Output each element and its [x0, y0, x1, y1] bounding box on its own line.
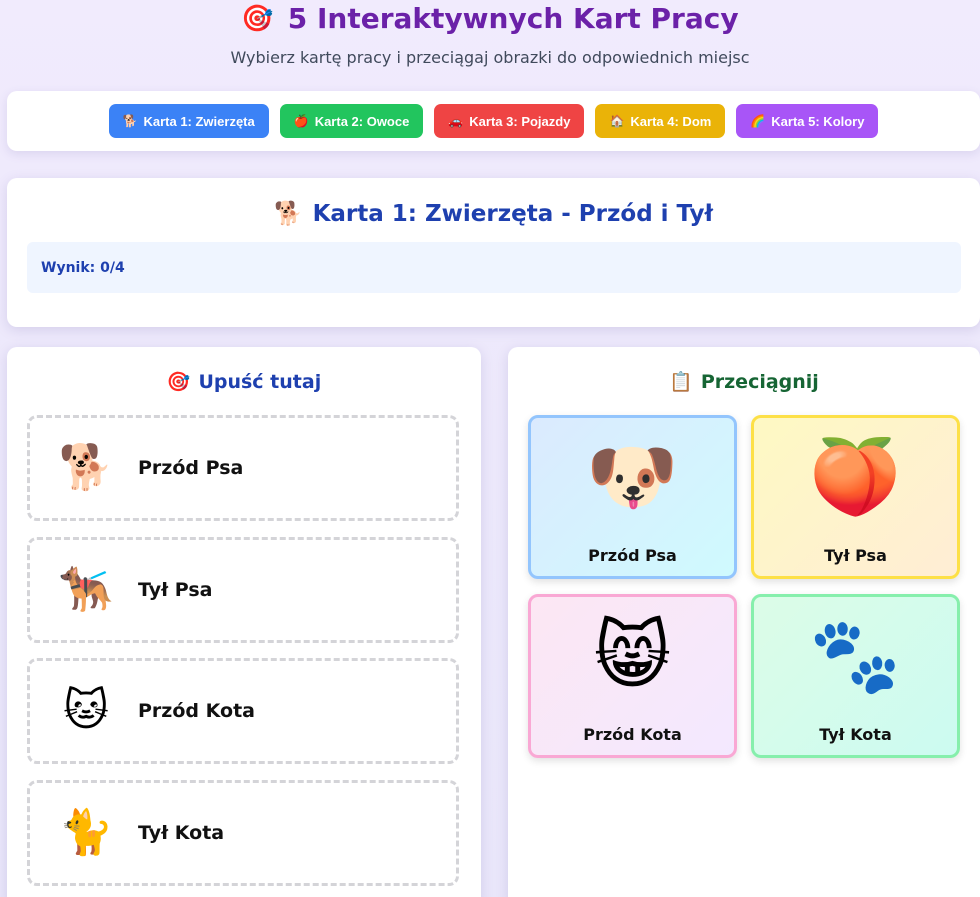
dog-icon: 🐕 [122, 114, 138, 128]
drag-tile-dog-back[interactable]: 🍑 Tył Psa [751, 415, 960, 579]
paw-prints-icon: 🐾 [809, 613, 902, 699]
apple-icon: 🍎 [293, 114, 309, 128]
drop-zone-label: Tył Psa [138, 579, 213, 601]
drag-tile-cat-front[interactable]: 😸 Przód Kota [528, 594, 737, 758]
grinning-cat-icon: 😸 [593, 613, 672, 699]
tab-animals[interactable]: 🐕 Karta 1: Zwierzęta [108, 104, 269, 138]
service-dog-icon: 🐕‍🦺 [58, 564, 114, 615]
worksheet-tabs: 🐕 Karta 1: Zwierzęta 🍎 Karta 2: Owoce 🚗 … [7, 91, 980, 151]
worksheet-header-card: 🐕 Karta 1: Zwierzęta - Przód i Tył Wynik… [7, 178, 980, 327]
page-title-text: 5 Interaktywnych Kart Pracy [287, 2, 739, 35]
clipboard-icon: 📋 [669, 371, 693, 393]
tab-vehicles[interactable]: 🚗 Karta 3: Pojazdy [434, 104, 585, 138]
drag-panel-title: 📋 Przeciągnij [508, 370, 980, 394]
cat-face-icon: 🐱 [63, 685, 109, 736]
dog-face-icon: 🐶 [586, 434, 679, 520]
drop-panel-title: 🎯 Upuść tutaj [7, 370, 481, 394]
target-icon: 🎯 [241, 3, 274, 34]
page-title: 🎯 5 Interaktywnych Kart Pracy [0, 2, 980, 35]
worksheet-title: 🐕 Karta 1: Zwierzęta - Przód i Tył [7, 200, 980, 228]
cat-icon: 🐈 [58, 807, 114, 858]
tab-label: Karta 5: Kolory [771, 113, 865, 129]
rainbow-icon: 🌈 [750, 114, 766, 128]
house-icon: 🏠 [609, 114, 625, 128]
drag-panel-title-text: Przeciągnij [700, 370, 819, 393]
drop-panel: 🎯 Upuść tutaj 🐕 Przód Psa 🐕‍🦺 Tył Psa 🐱 … [7, 347, 481, 897]
tab-fruits[interactable]: 🍎 Karta 2: Owoce [279, 104, 424, 138]
drag-tile-label: Przód Psa [588, 546, 677, 565]
drop-zone-dog-back[interactable]: 🐕‍🦺 Tył Psa [27, 537, 459, 643]
drop-zone-label: Przód Kota [138, 700, 255, 722]
drop-zone-label: Przód Psa [138, 457, 244, 479]
tab-label: Karta 1: Zwierzęta [143, 113, 255, 129]
tab-house[interactable]: 🏠 Karta 4: Dom [595, 104, 726, 138]
dog-icon: 🐕 [58, 442, 114, 493]
drop-zone-cat-front[interactable]: 🐱 Przód Kota [27, 658, 459, 764]
drop-zone-dog-front[interactable]: 🐕 Przód Psa [27, 415, 459, 521]
drag-tile-label: Tył Kota [819, 725, 892, 744]
car-icon: 🚗 [448, 114, 464, 128]
drag-tile-cat-back[interactable]: 🐾 Tył Kota [751, 594, 960, 758]
drop-zone-label: Tył Kota [138, 822, 225, 844]
page-subtitle: Wybierz kartę pracy i przeciągaj obrazki… [230, 48, 750, 67]
tab-label: Karta 2: Owoce [314, 113, 410, 129]
drop-panel-title-text: Upuść tutaj [198, 370, 322, 393]
drag-tile-label: Tył Psa [824, 546, 887, 565]
score-display: Wynik: 0/4 [27, 242, 961, 293]
drag-panel: 📋 Przeciągnij 🐶 Przód Psa 🍑 Tył Psa 😸 Pr… [508, 347, 980, 897]
peach-icon: 🍑 [809, 434, 902, 520]
dog-icon: 🐕 [273, 201, 303, 227]
drop-zone-cat-back[interactable]: 🐈 Tył Kota [27, 780, 459, 886]
drag-tile-dog-front[interactable]: 🐶 Przód Psa [528, 415, 737, 579]
drag-tile-label: Przód Kota [583, 725, 682, 744]
worksheet-title-text: Karta 1: Zwierzęta - Przód i Tył [312, 200, 714, 227]
tab-label: Karta 3: Pojazdy [469, 113, 571, 129]
tab-label: Karta 4: Dom [630, 113, 712, 129]
target-icon: 🎯 [166, 371, 191, 393]
tab-colors[interactable]: 🌈 Karta 5: Kolory [736, 104, 879, 138]
